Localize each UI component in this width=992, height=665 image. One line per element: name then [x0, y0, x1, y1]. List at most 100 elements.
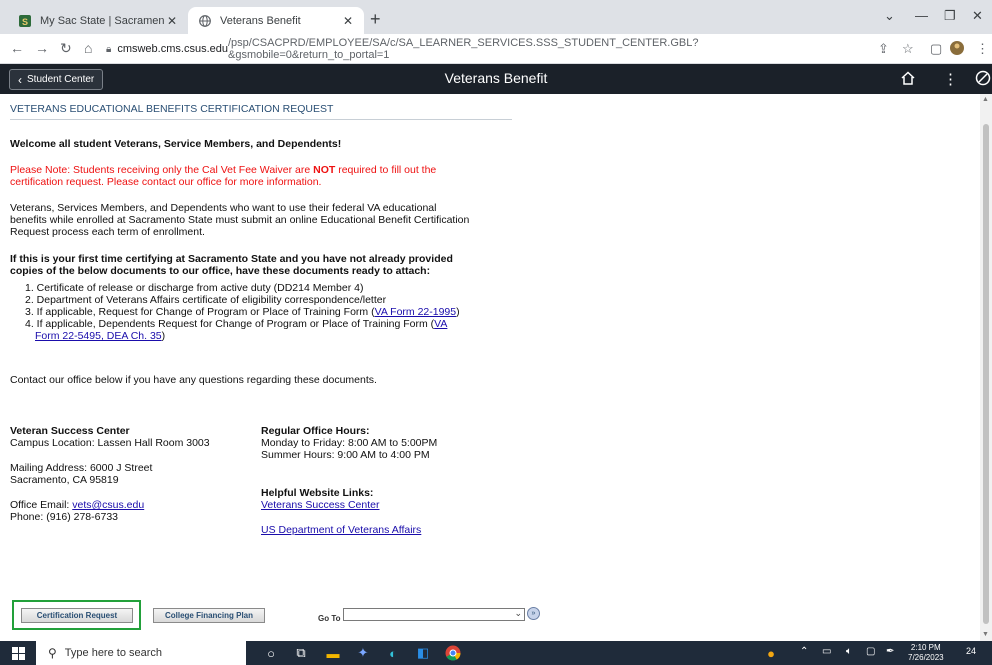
scroll-up-icon[interactable]: ▲	[982, 96, 989, 103]
intro-line: Request process each term of enrollment.	[10, 226, 205, 238]
hours-title: Regular Office Hours:	[261, 425, 370, 437]
close-tab-icon[interactable]: ✕	[164, 14, 180, 28]
weather-icon[interactable]: ●	[762, 644, 780, 662]
profile-avatar[interactable]	[950, 41, 964, 58]
intro-line: benefits while enrolled at Sacramento St…	[10, 214, 470, 226]
note-text: Please Note: Students receiving only the…	[10, 164, 314, 176]
list-item-text: )	[456, 306, 460, 318]
note-text: certification request. Please contact ou…	[10, 176, 322, 188]
file-explorer-icon[interactable]: ▬	[324, 644, 342, 662]
volume-icon[interactable]: 🔈︎	[846, 646, 852, 657]
list-item: 1. Certificate of release or discharge f…	[25, 282, 364, 294]
reload-icon[interactable]: ↻	[60, 40, 72, 57]
list-item: 4. If applicable, Dependents Request for…	[25, 318, 525, 342]
scroll-down-icon[interactable]: ▼	[982, 631, 989, 638]
tab-my-sac-state[interactable]: S My Sac State | Sacramento State ✕	[8, 7, 188, 34]
certification-request-button[interactable]: Certification Request	[21, 608, 133, 623]
tab-veterans-benefit[interactable]: Veterans Benefit ✕	[188, 7, 364, 34]
clock-date: 7/26/2023	[908, 653, 944, 662]
system-clock[interactable]: 2:10 PM 7/26/2023	[908, 643, 944, 663]
teams-icon[interactable]: ✦	[354, 644, 372, 662]
sac-state-favicon-icon: S	[18, 14, 32, 28]
list-item: 2. Department of Veterans Affairs certif…	[25, 294, 387, 306]
side-panel-icon[interactable]: ▢	[930, 41, 942, 57]
search-placeholder: Type here to search	[64, 647, 163, 659]
page-title: Veterans Benefit	[444, 70, 548, 86]
vertical-scrollbar[interactable]: ▲ ▼	[980, 94, 992, 641]
close-tab-icon[interactable]: ✕	[340, 14, 356, 28]
new-tab-button[interactable]: +	[370, 10, 381, 28]
restore-icon[interactable]: ❐	[944, 8, 956, 24]
task-view-icon[interactable]: ⧉	[292, 644, 310, 662]
bookmark-star-icon[interactable]: ☆	[902, 41, 914, 57]
outlook-icon[interactable]: ◧	[414, 644, 432, 662]
clock-time: 2:10 PM	[910, 643, 941, 652]
windows-taskbar: ⚲ Type here to search ○ ⧉ ▬ ✦ ◐ ◧ ● ⌃ ▭ …	[0, 641, 992, 665]
url-path: /psp/CSACPRD/EMPLOYEE/SA/c/SA_LEARNER_SE…	[227, 37, 699, 61]
edge-icon[interactable]: ◐	[384, 644, 402, 662]
contact-note: Contact our office below if you have any…	[10, 374, 377, 386]
close-window-icon[interactable]: ✕	[972, 8, 983, 24]
network-icon[interactable]: ▢	[866, 646, 875, 657]
actions-menu-icon[interactable]: ⋮	[943, 70, 958, 88]
share-icon[interactable]: ⇪	[878, 41, 889, 57]
summer-hours: Summer Hours: 9:00 AM to 4:00 PM	[261, 449, 430, 461]
office-email: Office Email: vets@csus.edu	[10, 499, 210, 511]
cal-vet-note: Please Note: Students receiving only the…	[10, 164, 436, 188]
email-link[interactable]: vets@csus.edu	[72, 499, 144, 511]
battery-icon[interactable]: ▭	[822, 646, 831, 657]
campus-location: Campus Location: Lassen Hall Room 3003	[10, 437, 210, 449]
address-bar[interactable]: 🔒︎ cmsweb.cms.csus.edu/psp/CSACPRD/EMPLO…	[106, 37, 796, 61]
minimize-icon[interactable]: —	[915, 8, 928, 23]
links-title: Helpful Website Links:	[261, 487, 374, 499]
scrollbar-thumb[interactable]	[983, 124, 989, 624]
taskbar-search[interactable]: ⚲ Type here to search	[36, 641, 246, 665]
va-form-22-1995-link[interactable]: VA Form 22-1995	[375, 306, 457, 318]
us-dept-veterans-affairs-link[interactable]: US Department of Veterans Affairs	[261, 524, 421, 536]
college-financing-plan-button[interactable]: College Financing Plan	[153, 608, 265, 623]
list-item: 3. If applicable, Request for Change of …	[25, 306, 525, 318]
globe-favicon-icon	[198, 14, 212, 28]
list-item-text: 4. If applicable, Dependents Request for…	[25, 318, 435, 330]
home-icon[interactable]: ⌂	[84, 40, 92, 56]
instruction-line: If this is your first time certifying at…	[10, 253, 453, 265]
pen-icon[interactable]: ✒︎	[886, 646, 894, 657]
forward-arrow-icon[interactable]: →	[35, 40, 49, 56]
hours-and-links: Regular Office Hours: Monday to Friday: …	[261, 425, 437, 536]
go-button[interactable]: »	[527, 607, 540, 620]
home-icon[interactable]	[900, 70, 916, 90]
notification-center-icon[interactable]: 24	[966, 646, 980, 660]
chevron-up-icon[interactable]: ⌃	[800, 646, 808, 657]
goto-select[interactable]: ⌄	[343, 608, 525, 621]
welcome-text: Welcome all student Veterans, Service Me…	[10, 138, 342, 150]
list-item-text: )	[161, 330, 166, 342]
app-header: ‹ Student Center Veterans Benefit ⋮	[0, 64, 992, 94]
intro-paragraph: Veterans, Services Members, and Dependen…	[10, 202, 469, 238]
weekday-hours: Monday to Friday: 8:00 AM to 5:00PM	[261, 437, 438, 449]
page-content: VETERANS EDUCATIONAL BENEFITS CERTIFICAT…	[0, 94, 980, 641]
goto-label: Go To	[318, 614, 341, 623]
veterans-success-center-link[interactable]: Veterans Success Center	[261, 499, 379, 511]
tab-title: My Sac State | Sacramento State	[40, 14, 164, 27]
va-form-22-5495-link[interactable]: VA	[434, 318, 447, 330]
mailing-address: Mailing Address: 6000 J Street	[10, 462, 153, 474]
tab-title: Veterans Benefit	[220, 14, 301, 27]
browser-menu-icon[interactable]: ⋮	[976, 41, 989, 57]
chevron-down-icon: ⌄	[514, 608, 522, 618]
required-documents-list: 1. Certificate of release or discharge f…	[25, 282, 525, 342]
windows-start-icon[interactable]	[12, 647, 25, 660]
cortana-icon[interactable]: ○	[262, 644, 280, 662]
chrome-icon[interactable]	[444, 644, 462, 662]
note-text: required to fill out the	[335, 164, 437, 176]
chevron-down-icon[interactable]: ⌄	[884, 8, 895, 24]
email-label: Office Email:	[10, 499, 73, 511]
navbar-compass-icon[interactable]	[975, 70, 991, 90]
back-arrow-icon[interactable]: ←	[10, 40, 24, 56]
url-host: cmsweb.cms.csus.edu	[117, 43, 228, 55]
search-icon: ⚲	[48, 646, 57, 660]
lock-icon: 🔒︎	[106, 43, 112, 55]
list-item-text: 3. If applicable, Request for Change of …	[25, 306, 375, 318]
mailing-city: Sacramento, CA 95819	[10, 474, 119, 486]
va-form-22-5495-link[interactable]: Form 22-5495, DEA Ch. 35	[35, 330, 162, 342]
phone: Phone: (916) 278-6733	[10, 511, 118, 523]
